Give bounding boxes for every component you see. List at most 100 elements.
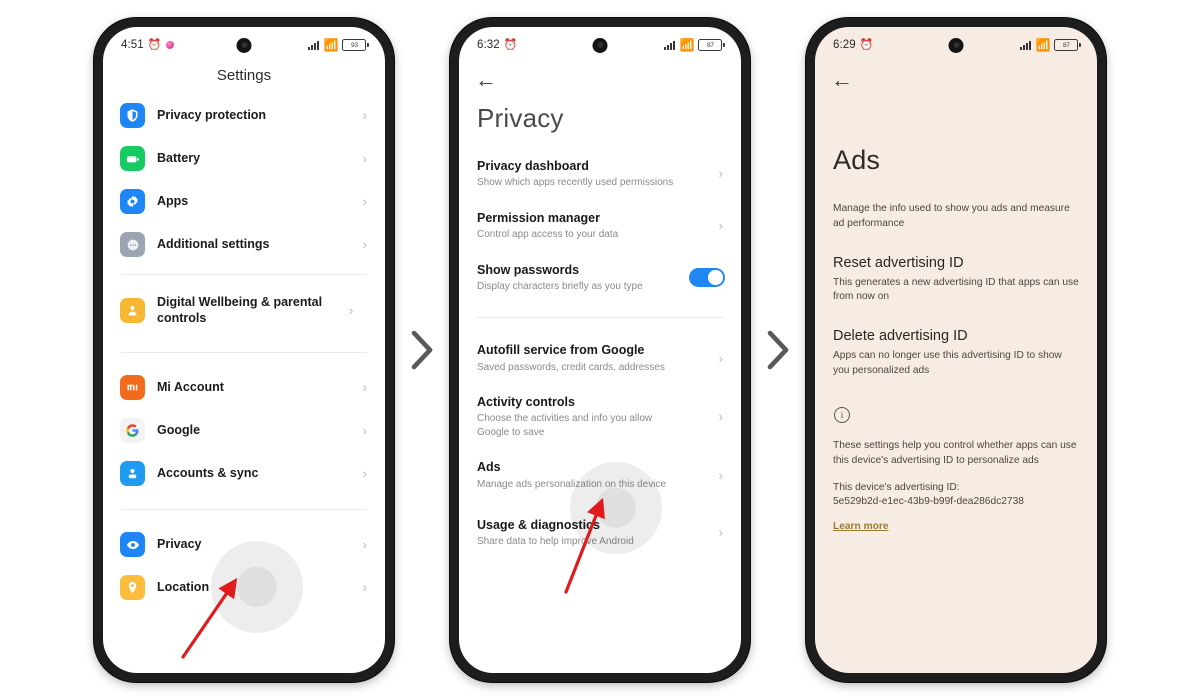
- list-item-title: Permission manager: [477, 210, 600, 225]
- battery-level-text: 93: [342, 39, 367, 51]
- ads-info-text: These settings help you control whether …: [833, 439, 1077, 466]
- back-arrow-icon[interactable]: ←: [815, 63, 871, 91]
- phone-1-settings: 4:51 ⏰ 📶 93 Settings Privacy protection …: [94, 18, 394, 682]
- advertising-id-label: This device's advertising ID:: [833, 481, 960, 493]
- chevron-right-icon: ›: [718, 525, 723, 541]
- sidebar-item-label: Digital Wellbeing & parental controls: [157, 295, 323, 325]
- sidebar-item-battery[interactable]: Battery ›: [103, 137, 385, 180]
- battery-level-text: 87: [1054, 39, 1079, 51]
- privacy-group-1: Privacy dashboard Show which apps recent…: [459, 148, 741, 303]
- flow-separator-2: [750, 328, 806, 372]
- list-item-ads[interactable]: Ads Manage ads personalization on this d…: [459, 449, 741, 501]
- battery-cap-icon: [1079, 43, 1081, 47]
- settings-group-4: Privacy › Location ›: [103, 518, 385, 609]
- list-item-title: Show passwords: [477, 262, 580, 277]
- chevron-right-icon: ›: [362, 380, 367, 396]
- chevron-right-icon: ›: [362, 151, 367, 166]
- cellular-signal-icon: [308, 40, 320, 50]
- list-item-subtitle: Share data to help improve Android: [477, 536, 634, 548]
- person-account-icon: [120, 461, 145, 487]
- sidebar-item-label: Additional settings: [157, 236, 270, 251]
- sidebar-item-accounts-sync[interactable]: Accounts & sync ›: [103, 452, 385, 495]
- battery-level-text: 87: [698, 39, 723, 51]
- person-wellbeing-icon: [120, 298, 145, 324]
- ads-lead-text: Manage the info used to show you ads and…: [833, 203, 1070, 229]
- chevron-right-icon: ›: [362, 237, 367, 252]
- status-time: 4:51: [121, 39, 144, 51]
- chevron-right-icon: ›: [349, 303, 354, 319]
- privacy-group-2: Autofill service from Google Saved passw…: [459, 332, 741, 559]
- sidebar-item-apps[interactable]: Apps ›: [103, 180, 385, 223]
- mi-logo-icon: [120, 375, 145, 401]
- alarm-clock-icon: ⏰: [147, 38, 162, 51]
- list-item-autofill-service[interactable]: Autofill service from Google Saved passw…: [459, 332, 741, 384]
- sidebar-item-label: Battery: [157, 150, 201, 165]
- settings-group-2: Digital Wellbeing & parental controls ›: [103, 283, 385, 338]
- shield-privacy-icon: [120, 103, 145, 128]
- sidebar-item-mi-account[interactable]: Mi Account ›: [103, 366, 385, 409]
- notification-dot-icon: [165, 41, 174, 49]
- sidebar-item-google[interactable]: Google ›: [103, 409, 385, 452]
- phone-2-screen: 6:32 ⏰ 📶 87 ← Privacy Privacy dashboard …: [459, 27, 741, 673]
- phone-1-screen: 4:51 ⏰ 📶 93 Settings Privacy protection …: [103, 27, 385, 673]
- privacy-screen: ← Privacy Privacy dashboard Show which a…: [459, 63, 741, 673]
- battery-indicator: 87: [1054, 39, 1081, 51]
- sidebar-item-label: Apps: [157, 193, 189, 208]
- front-camera-punchhole-icon: [236, 38, 252, 53]
- phone-2-privacy: 6:32 ⏰ 📶 87 ← Privacy Privacy dashboard …: [450, 18, 750, 682]
- chevron-right-icon: ›: [718, 218, 723, 234]
- apps-gear-icon: [120, 189, 145, 214]
- list-item-title: Ads: [477, 460, 501, 475]
- settings-group-3: Mi Account › Google › Accounts & sync ›: [103, 361, 385, 495]
- sidebar-item-privacy-protection[interactable]: Privacy protection ›: [103, 94, 385, 137]
- list-divider: [477, 317, 723, 319]
- list-divider: [121, 274, 367, 275]
- list-item-title: Activity controls: [477, 395, 575, 409]
- list-item-privacy-dashboard[interactable]: Privacy dashboard Show which apps recent…: [459, 148, 741, 200]
- chevron-right-icon: ›: [362, 108, 367, 123]
- settings-group-1: Privacy protection › Battery › Apps › Ad…: [103, 94, 385, 266]
- sidebar-item-label: Privacy protection: [157, 107, 267, 122]
- battery-indicator: 93: [342, 39, 369, 51]
- list-item-usage-diagnostics[interactable]: Usage & diagnostics Share data to help i…: [459, 501, 741, 559]
- battery-indicator: 87: [698, 39, 725, 51]
- list-item-reset-advertising-id[interactable]: Reset advertising ID This generates a ne…: [833, 254, 1079, 306]
- list-item-subtitle: Choose the activities and info you allow…: [477, 413, 653, 438]
- advertising-id-block: This device's advertising ID: 5e529b2d-e…: [833, 481, 1079, 511]
- list-divider: [121, 352, 367, 354]
- ads-screen: ← Ads Manage the info used to show you a…: [815, 63, 1097, 673]
- list-item-permission-manager[interactable]: Permission manager Control app access to…: [459, 200, 741, 252]
- front-camera-punchhole-icon: [592, 38, 608, 53]
- sidebar-item-digital-wellbeing[interactable]: Digital Wellbeing & parental controls ›: [103, 283, 385, 338]
- phone-3-screen: 6:29 ⏰ 📶 87 ← Ads Manage the info used t: [815, 27, 1097, 673]
- cellular-signal-icon: [1020, 40, 1032, 50]
- sidebar-item-label: Mi Account: [157, 379, 224, 394]
- chevron-right-icon: ›: [718, 350, 723, 366]
- list-item-activity-controls[interactable]: Activity controls Choose the activities …: [459, 384, 741, 449]
- list-item-title: Privacy dashboard: [477, 159, 589, 173]
- three-step-flow: 4:51 ⏰ 📶 93 Settings Privacy protection …: [0, 0, 1200, 700]
- status-time: 6:32: [477, 39, 500, 51]
- list-item-show-passwords[interactable]: Show passwords Display characters briefl…: [459, 252, 741, 304]
- list-item-title: Delete advertising ID: [833, 328, 968, 345]
- show-passwords-toggle[interactable]: [689, 267, 725, 287]
- learn-more-link[interactable]: Learn more: [833, 521, 888, 532]
- list-divider: [121, 509, 367, 511]
- list-item-subtitle: Apps can no longer use this advertising …: [833, 350, 1062, 377]
- sidebar-item-label: Location: [157, 579, 210, 594]
- list-item-title: Autofill service from Google: [477, 343, 645, 358]
- front-camera-punchhole-icon: [948, 38, 964, 53]
- status-time: 6:29: [833, 39, 856, 51]
- sidebar-item-location[interactable]: Location ›: [103, 566, 385, 609]
- sidebar-item-privacy[interactable]: Privacy ›: [103, 523, 385, 566]
- list-item-delete-advertising-id[interactable]: Delete advertising ID Apps can no longer…: [833, 327, 1079, 379]
- chevron-right-icon: ›: [362, 580, 367, 596]
- chevron-right-icon: ›: [362, 194, 367, 209]
- list-item-subtitle: Saved passwords, credit cards, addresses: [477, 361, 665, 373]
- info-circle-icon: i: [834, 406, 850, 423]
- list-item-title: Reset advertising ID: [833, 254, 964, 271]
- back-arrow-icon[interactable]: ←: [459, 63, 515, 91]
- list-item-subtitle: Display characters briefly as you type: [477, 280, 643, 292]
- toggle-knob: [708, 270, 723, 285]
- sidebar-item-additional-settings[interactable]: Additional settings ›: [103, 223, 385, 266]
